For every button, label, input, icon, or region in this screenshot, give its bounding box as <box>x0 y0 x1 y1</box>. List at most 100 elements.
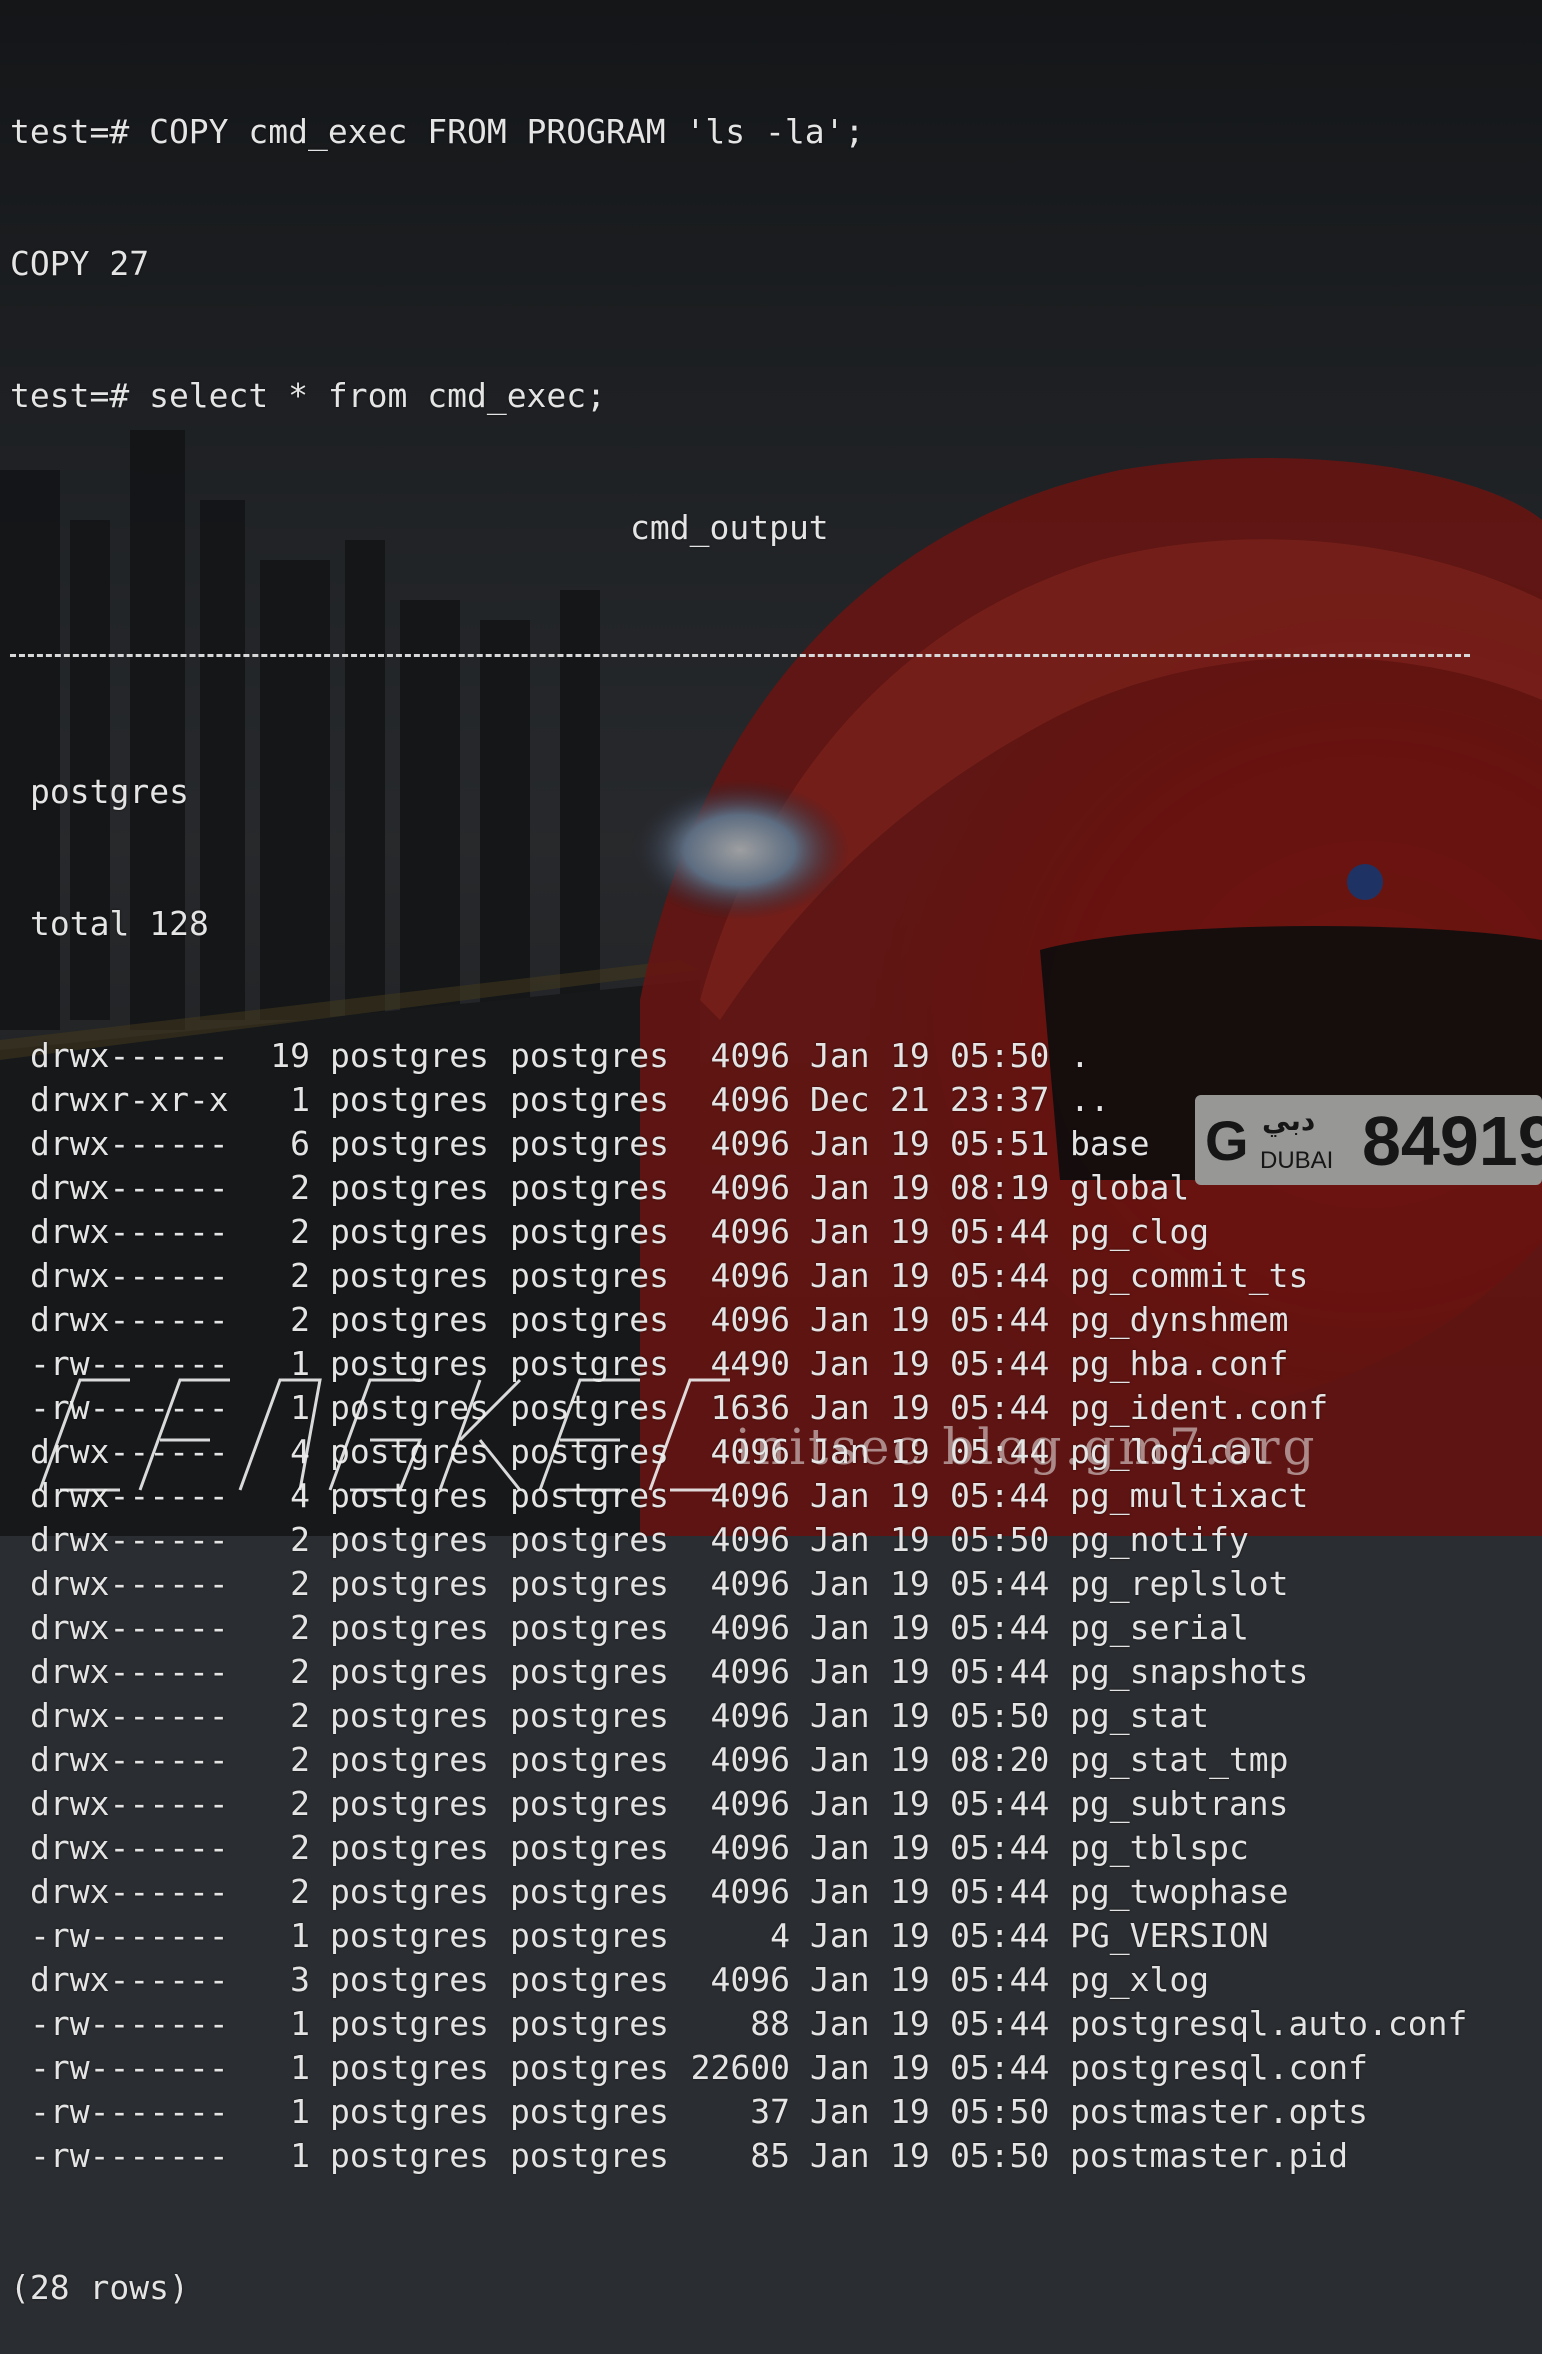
day: 19 <box>890 2092 930 2131</box>
size: 4096 <box>710 1080 790 1119</box>
copy-result: COPY 27 <box>10 244 150 283</box>
month: Jan <box>810 1168 870 1207</box>
filename: pg_stat <box>1070 1696 1210 1735</box>
group: postgres <box>510 1124 669 1163</box>
group: postgres <box>510 1872 669 1911</box>
link-count: 2 <box>290 1740 310 1779</box>
time: 05:50 <box>950 2136 1050 2175</box>
filename: pg_tblspc <box>1070 1828 1249 1867</box>
psql-terminal[interactable]: test=# COPY cmd_exec FROM PROGRAM 'ls -l… <box>10 22 1530 2354</box>
group: postgres <box>510 2092 669 2131</box>
time: 23:37 <box>950 1080 1050 1119</box>
permissions: drwxr-xr-x <box>30 1080 229 1119</box>
month: Jan <box>810 1256 870 1295</box>
filename: global <box>1070 1168 1190 1207</box>
day: 19 <box>890 1124 930 1163</box>
permissions: drwx------ <box>30 1124 229 1163</box>
filename: pg_multixact <box>1070 1476 1309 1515</box>
day: 19 <box>890 1960 930 1999</box>
filename: pg_serial <box>1070 1608 1249 1647</box>
day: 19 <box>890 1476 930 1515</box>
day: 19 <box>890 1212 930 1251</box>
filename: pg_hba.conf <box>1070 1344 1289 1383</box>
prompt-copy-command: test=# COPY cmd_exec FROM PROGRAM 'ls -l… <box>10 112 865 151</box>
ls-output-rows: drwx------ 19 postgres postgres 4096 Jan 19 05:… <box>10 1034 1530 2178</box>
column-header: cmd_output <box>630 508 829 547</box>
table-row: -rw------- 1 postgres postgres 37 Jan 19 05:50 p… <box>10 2090 1530 2134</box>
owner: postgres <box>330 1960 489 1999</box>
table-row: -rw------- 1 postgres postgres 22600 Jan 19 05:… <box>10 2046 1530 2090</box>
group: postgres <box>510 1696 669 1735</box>
time: 05:44 <box>950 1608 1050 1647</box>
filename: postgresql.conf <box>1070 2048 1369 2087</box>
link-count: 1 <box>290 2048 310 2087</box>
day: 19 <box>890 2136 930 2175</box>
owner: postgres <box>330 1124 489 1163</box>
time: 05:44 <box>950 1828 1050 1867</box>
size: 4096 <box>710 1696 790 1735</box>
owner: postgres <box>330 2048 489 2087</box>
owner: postgres <box>330 1300 489 1339</box>
owner: postgres <box>330 2136 489 2175</box>
owner: postgres <box>330 2004 489 2043</box>
link-count: 1 <box>290 2136 310 2175</box>
day: 19 <box>890 1652 930 1691</box>
day: 19 <box>890 1564 930 1603</box>
filename: pg_clog <box>1070 1212 1210 1251</box>
filename: postgresql.auto.conf <box>1070 2004 1468 2043</box>
output-line-user: postgres <box>30 772 189 811</box>
size: 37 <box>750 2092 790 2131</box>
month: Jan <box>810 1344 870 1383</box>
filename: .. <box>1070 1080 1110 1119</box>
link-count: 2 <box>290 1300 310 1339</box>
link-count: 2 <box>290 1564 310 1603</box>
time: 05:44 <box>950 1476 1050 1515</box>
month: Jan <box>810 1300 870 1339</box>
month: Jan <box>810 1960 870 1999</box>
size: 4096 <box>710 1828 790 1867</box>
time: 05:51 <box>950 1124 1050 1163</box>
day: 19 <box>890 1036 930 1075</box>
time: 05:44 <box>950 1256 1050 1295</box>
owner: postgres <box>330 1080 489 1119</box>
link-count: 2 <box>290 1828 310 1867</box>
time: 05:44 <box>950 1212 1050 1251</box>
group: postgres <box>510 1036 669 1075</box>
permissions: -rw------- <box>30 2092 229 2131</box>
permissions: drwx------ <box>30 1828 229 1867</box>
table-row: drwx------ 2 postgres postgres 4096 Jan 19 08:2… <box>10 1738 1530 1782</box>
size: 4096 <box>710 1608 790 1647</box>
month: Jan <box>810 1740 870 1779</box>
group: postgres <box>510 1784 669 1823</box>
day: 19 <box>890 2048 930 2087</box>
permissions: drwx------ <box>30 1740 229 1779</box>
filename: postmaster.opts <box>1070 2092 1369 2131</box>
size: 4096 <box>710 1036 790 1075</box>
month: Jan <box>810 1036 870 1075</box>
time: 05:44 <box>950 1872 1050 1911</box>
day: 19 <box>890 1520 930 1559</box>
permissions: -rw------- <box>30 2004 229 2043</box>
time: 08:20 <box>950 1740 1050 1779</box>
group: postgres <box>510 1740 669 1779</box>
time: 05:50 <box>950 2092 1050 2131</box>
permissions: drwx------ <box>30 1520 229 1559</box>
size: 4096 <box>710 1124 790 1163</box>
group: postgres <box>510 1168 669 1207</box>
table-row: drwx------ 2 postgres postgres 4096 Jan 19 05:5… <box>10 1694 1530 1738</box>
group: postgres <box>510 1300 669 1339</box>
table-row: drwx------ 2 postgres postgres 4096 Jan 19 05:4… <box>10 1606 1530 1650</box>
month: Jan <box>810 2136 870 2175</box>
month: Jan <box>810 1520 870 1559</box>
owner: postgres <box>330 1036 489 1075</box>
filename: pg_subtrans <box>1070 1784 1289 1823</box>
day: 19 <box>890 1608 930 1647</box>
link-count: 2 <box>290 1696 310 1735</box>
table-row: -rw------- 1 postgres postgres 4 Jan 19 05:44 PG… <box>10 1914 1530 1958</box>
table-row: drwxr-xr-x 1 postgres postgres 4096 Dec 21 23:3… <box>10 1078 1530 1122</box>
month: Jan <box>810 1564 870 1603</box>
day: 19 <box>890 1344 930 1383</box>
link-count: 1 <box>290 2004 310 2043</box>
link-count: 2 <box>290 1212 310 1251</box>
day: 19 <box>890 1828 930 1867</box>
